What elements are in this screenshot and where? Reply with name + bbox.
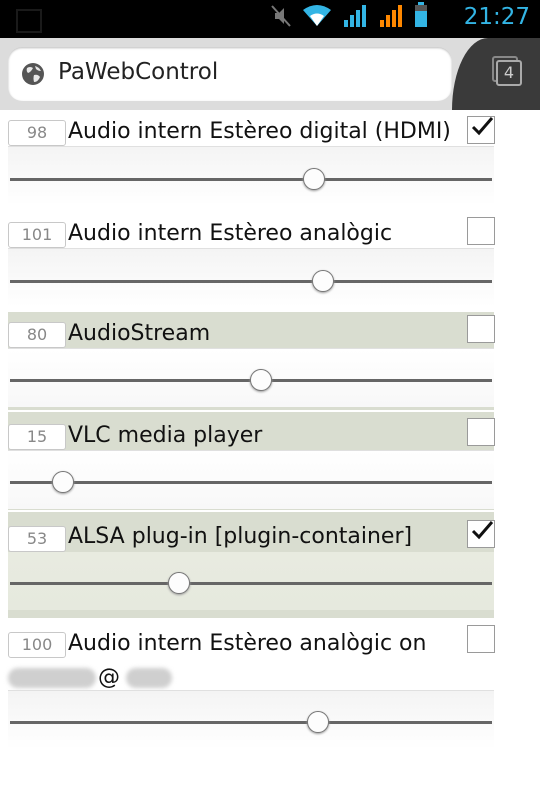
volume-value[interactable]: 98: [8, 120, 66, 146]
url-field[interactable]: PaWebControl: [8, 47, 452, 101]
volume-value[interactable]: 15: [8, 424, 66, 450]
slider-thumb[interactable]: [307, 711, 330, 733]
url-text: PaWebControl: [58, 59, 219, 85]
stream-name-host: @: [98, 665, 120, 690]
globe-icon: [21, 62, 45, 86]
slider-thumb[interactable]: [312, 270, 335, 292]
stream-item: 100 Audio intern Estèreo analògic on @: [8, 622, 495, 749]
notification-icon: [16, 9, 42, 33]
stream-name: Audio intern Estèreo analògic on: [68, 631, 427, 656]
volume-value[interactable]: 100: [8, 632, 66, 658]
slider-thumb[interactable]: [52, 471, 75, 493]
mute-icon: [270, 4, 292, 32]
signal-icon: [342, 4, 368, 32]
battery-icon: [414, 2, 428, 32]
status-bar: 21:27: [0, 0, 540, 38]
stream-checkbox[interactable]: [467, 217, 495, 245]
stream-name: Audio intern Estèreo digital (HDMI): [68, 119, 451, 144]
volume-value[interactable]: 53: [8, 526, 66, 552]
checkmark-icon: [471, 521, 494, 540]
tab-count: 4: [496, 60, 522, 86]
volume-slider[interactable]: [8, 450, 494, 509]
stream-name: AudioStream: [68, 321, 211, 346]
stream-checkbox[interactable]: [467, 625, 495, 653]
volume-slider[interactable]: [8, 248, 494, 307]
stream-item: 80 AudioStream: [8, 312, 495, 410]
volume-slider[interactable]: [8, 348, 494, 407]
stream-name: VLC media player: [68, 423, 263, 448]
stream-item: 98 Audio intern Estèreo digital (HDMI): [8, 112, 495, 210]
checkmark-icon: [471, 117, 494, 136]
slider-thumb[interactable]: [302, 168, 325, 190]
stream-checkbox[interactable]: [467, 315, 495, 343]
volume-value[interactable]: 101: [8, 222, 66, 248]
tabs-button[interactable]: 4: [452, 38, 540, 110]
stream-item: 15 VLC media player: [8, 412, 495, 510]
stream-item: 53 ALSA plug-in [plugin-container]: [8, 512, 495, 618]
redacted-text: [126, 668, 172, 688]
stream-item: 101 Audio intern Estèreo analògic: [8, 214, 495, 310]
clock: 21:27: [463, 4, 530, 30]
stream-checkbox[interactable]: [467, 418, 495, 446]
stream-name: ALSA plug-in [plugin-container]: [68, 524, 413, 549]
redacted-text: [8, 668, 96, 688]
stream-name: Audio intern Estèreo analògic: [68, 221, 393, 246]
volume-slider[interactable]: [8, 146, 494, 205]
browser-toolbar: PaWebControl 4: [0, 38, 540, 110]
signal-roaming-icon: [378, 4, 404, 32]
stream-checkbox[interactable]: [467, 116, 495, 144]
slider-thumb[interactable]: [167, 572, 190, 594]
volume-slider[interactable]: [8, 552, 494, 610]
volume-value[interactable]: 80: [8, 322, 66, 348]
stream-checkbox[interactable]: [467, 520, 495, 548]
wifi-icon: [302, 4, 332, 32]
volume-slider[interactable]: [8, 690, 494, 749]
slider-thumb[interactable]: [249, 369, 272, 391]
